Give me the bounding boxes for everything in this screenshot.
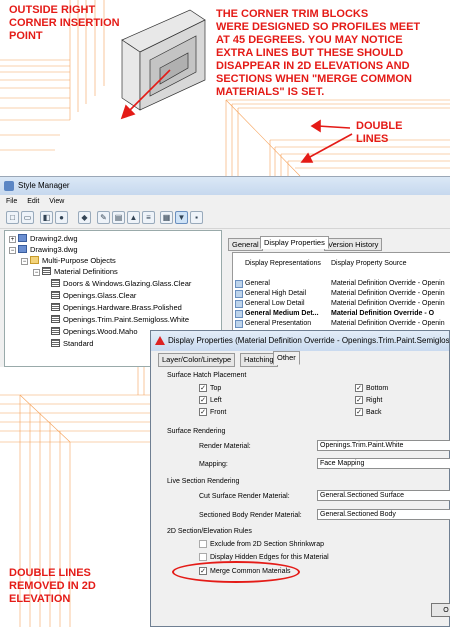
display-rep-icon — [235, 280, 243, 288]
properties-icon[interactable]: ≡ — [142, 211, 155, 224]
material-icon — [42, 267, 51, 275]
material-icon — [51, 339, 60, 347]
tree-item-multi-purpose[interactable]: − Multi-Purpose Objects — [21, 256, 116, 266]
material-icon — [51, 327, 60, 335]
tree-item-material[interactable]: Openings.Glass.Clear — [51, 291, 136, 301]
mapping-select[interactable]: Face Mapping — [317, 458, 450, 469]
collapse-icon[interactable]: − — [33, 269, 40, 276]
grid-row[interactable]: General Low Detail Material Definition O… — [233, 299, 450, 309]
merge-highlight-ellipse — [172, 561, 300, 583]
render-material-label: Render Material: — [199, 443, 251, 450]
front-checkbox[interactable]: ✓ — [199, 408, 207, 416]
material-icon — [51, 315, 60, 323]
mapping-label: Mapping: — [199, 461, 228, 468]
open-icon[interactable]: ▭ — [21, 211, 34, 224]
sectioned-body-label: Sectioned Body Render Material: — [199, 512, 302, 519]
app-icon — [4, 181, 14, 191]
dialog-title-bar: Display Properties (Material Definition … — [151, 331, 449, 351]
grid-row[interactable]: General Presentation Material Definition… — [233, 319, 450, 329]
back-label: Back — [366, 409, 382, 416]
display-rep-icon — [235, 300, 243, 308]
toolbar: □ ▭ ◧ ● ◆ ✎ ▤ ▲ ≡ ▦ ▼ ▪ — [0, 208, 450, 229]
render-material-select[interactable]: Openings.Trim.Paint.White — [317, 440, 450, 451]
edit-style-icon[interactable]: ✎ — [97, 211, 110, 224]
left-label: Left — [210, 397, 222, 404]
top-checkbox[interactable]: ✓ — [199, 384, 207, 392]
tab-other[interactable]: Other — [273, 351, 300, 365]
drawing-icon — [18, 245, 27, 253]
top-label: Top — [210, 385, 222, 392]
right-checkbox[interactable]: ✓ — [355, 396, 363, 404]
warning-icon[interactable]: ▲ — [127, 211, 140, 224]
new-style-icon[interactable]: ◆ — [78, 211, 91, 224]
tree-item-material[interactable]: Standard — [51, 339, 93, 349]
style-manager-title-bar: Style Manager — [0, 177, 450, 195]
bottom-label: Bottom — [366, 385, 389, 392]
new-icon[interactable]: □ — [6, 211, 19, 224]
view-mode-icon[interactable]: ▪ — [190, 211, 203, 224]
material-icon — [51, 291, 60, 299]
annotation-double-lines: DOUBLE LINES — [356, 120, 403, 145]
sectioned-body-select[interactable]: General.Sectioned Body — [317, 509, 450, 520]
group-surface-hatch-placement: Surface Hatch Placement — [167, 372, 247, 379]
tab-general[interactable]: General — [228, 238, 263, 251]
back-checkbox[interactable]: ✓ — [355, 408, 363, 416]
material-icon — [51, 279, 60, 287]
tree-item-drawing3[interactable]: − Drawing3.dwg — [9, 245, 78, 255]
annotation-corner-blocks: THE CORNER TRIM BLOCKS WERE DESIGNED SO … — [216, 8, 421, 98]
collapse-icon[interactable]: − — [9, 247, 16, 254]
purge-icon[interactable]: ▤ — [112, 211, 125, 224]
bottom-checkbox[interactable]: ✓ — [355, 384, 363, 392]
collapse-icon[interactable]: − — [21, 258, 28, 265]
tree-item-drawing2[interactable]: + Drawing2.dwg — [9, 234, 78, 244]
tab-display-properties[interactable]: Display Properties — [260, 236, 329, 249]
cut-surface-select[interactable]: General.Sectioned Surface — [317, 490, 450, 501]
ok-button[interactable]: O — [431, 603, 450, 617]
drawing-icon — [18, 234, 27, 242]
copy-icon[interactable]: ◧ — [40, 211, 53, 224]
grid-row[interactable]: General High Detail Material Definition … — [233, 289, 450, 299]
tree-item-material-definitions[interactable]: − Material Definitions — [33, 267, 118, 277]
tree-item-material[interactable]: Openings.Wood.Maho — [51, 327, 138, 337]
tab-version-history[interactable]: Version History — [324, 238, 383, 251]
left-checkbox[interactable]: ✓ — [199, 396, 207, 404]
paste-icon[interactable]: ● — [55, 211, 68, 224]
tab-hatching[interactable]: Hatching — [240, 353, 278, 367]
display-properties-dialog: Display Properties (Material Definition … — [150, 330, 450, 627]
grid-row[interactable]: General Material Definition Override - O… — [233, 279, 450, 289]
group-live-section-rendering: Live Section Rendering — [167, 478, 240, 485]
hidden-edges-checkbox[interactable] — [199, 553, 207, 561]
display-rep-icon — [235, 310, 243, 318]
expand-icon[interactable]: + — [9, 236, 16, 243]
tree-item-material[interactable]: Openings.Hardware.Brass.Polished — [51, 303, 182, 313]
tab-layer-color-linetype[interactable]: Layer/Color/Linetype — [158, 353, 236, 367]
exclude-shrinkwrap-label: Exclude from 2D Section Shrinkwrap — [210, 541, 324, 548]
display-rep-icon — [235, 290, 243, 298]
group-2d-section-rules: 2D Section/Elevation Rules — [167, 528, 252, 535]
front-label: Front — [210, 409, 227, 416]
annotation-insertion-point: OUTSIDE RIGHT CORNER INSERTION POINT — [9, 4, 120, 42]
tree-item-material-selected[interactable]: Openings.Trim.Paint.Semigloss.White — [51, 315, 189, 325]
tree-item-material[interactable]: Doors & Windows.Glazing.Glass.Clear — [51, 279, 191, 289]
material-icon — [51, 303, 60, 311]
menu-file[interactable]: File — [6, 198, 17, 205]
menu-view[interactable]: View — [49, 198, 64, 205]
filter-icon[interactable]: ▼ — [175, 211, 188, 224]
group-surface-rendering: Surface Rendering — [167, 428, 226, 435]
warning-icon — [155, 336, 165, 345]
style-manager-title: Style Manager — [18, 181, 70, 190]
right-label: Right — [366, 397, 383, 404]
menu-edit[interactable]: Edit — [27, 198, 39, 205]
cut-surface-label: Cut Surface Render Material: — [199, 493, 290, 500]
view-toggle-icon[interactable]: ▦ — [160, 211, 173, 224]
exclude-shrinkwrap-checkbox[interactable] — [199, 540, 207, 548]
menu-bar: File Edit View — [0, 195, 450, 208]
display-rep-icon — [235, 320, 243, 328]
annotation-double-lines-removed: DOUBLE LINES REMOVED IN 2D ELEVATION — [9, 567, 96, 605]
dialog-title: Display Properties (Material Definition … — [168, 336, 449, 345]
folder-icon — [30, 256, 39, 264]
grid-row-active[interactable]: General Medium Det... Material Definitio… — [233, 309, 450, 319]
grid-header: Display Representations Display Property… — [245, 260, 407, 267]
